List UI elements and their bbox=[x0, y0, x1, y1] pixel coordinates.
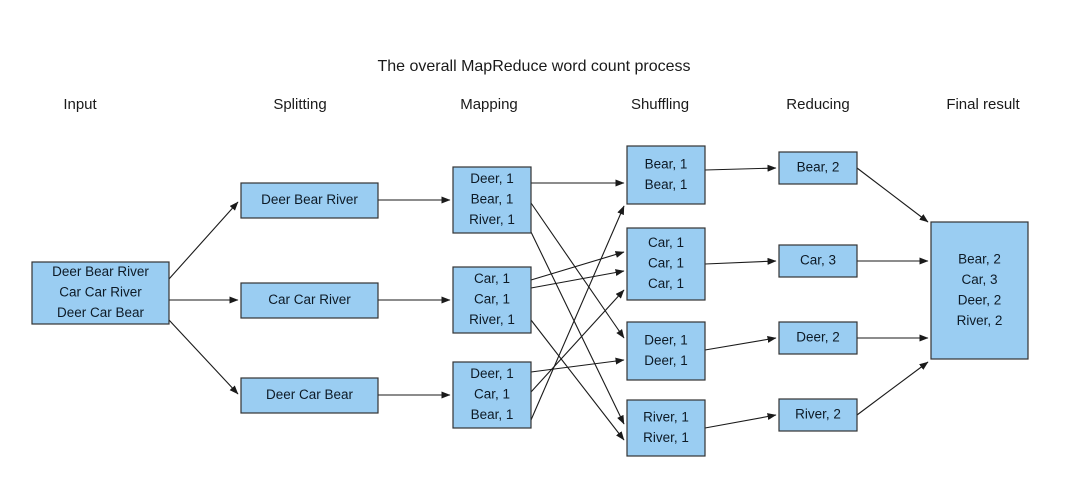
node-label: Deer Bear River bbox=[52, 264, 149, 279]
node-shuf-3[interactable]: Deer, 1 Deer, 1 bbox=[626, 321, 706, 381]
node-final-1[interactable]: Bear, 2 Car, 3 Deer, 2 River, 2 bbox=[930, 221, 1029, 360]
node-shuf-1[interactable]: Bear, 1 Bear, 1 bbox=[626, 145, 706, 205]
node-split-3[interactable]: Deer Car Bear bbox=[240, 377, 379, 414]
node-label: River, 1 bbox=[643, 409, 689, 424]
node-label: Deer, 2 bbox=[796, 330, 840, 345]
node-label: Car, 1 bbox=[474, 387, 510, 402]
stage-header-splitting: Splitting bbox=[273, 96, 326, 113]
node-label: Deer, 1 bbox=[644, 332, 688, 347]
stage-header-input: Input bbox=[63, 96, 97, 113]
node-label: Car, 3 bbox=[800, 253, 836, 268]
node-label: Car, 1 bbox=[648, 235, 684, 250]
node-box-final-1[interactable] bbox=[930, 221, 1029, 360]
stage-header-shuffling: Shuffling bbox=[631, 96, 689, 113]
node-label: Deer, 1 bbox=[644, 353, 688, 368]
stage-header-mapping: Mapping bbox=[460, 96, 518, 113]
node-label: River, 2 bbox=[795, 407, 841, 422]
node-label: Deer, 2 bbox=[958, 292, 1002, 307]
node-shuf-2[interactable]: Car, 1 Car, 1 Car, 1 bbox=[626, 227, 706, 301]
node-label: Bear, 1 bbox=[645, 177, 688, 192]
node-label: Deer, 1 bbox=[470, 366, 514, 381]
node-box-shuf-1[interactable] bbox=[626, 145, 706, 205]
node-label: Bear, 1 bbox=[471, 192, 514, 207]
node-map-1[interactable]: Deer, 1 Bear, 1 River, 1 bbox=[452, 166, 532, 234]
node-map-2[interactable]: Car, 1 Car, 1 River, 1 bbox=[452, 266, 532, 334]
node-input-1[interactable]: Deer Bear River Car Car River Deer Car Bea… bbox=[31, 261, 170, 325]
node-label: Deer Car Bear bbox=[57, 305, 145, 320]
node-label: Bear, 1 bbox=[471, 407, 514, 422]
mapreduce-flow-diagram: The overall MapReduce word count process… bbox=[0, 0, 1077, 500]
node-label: Deer, 1 bbox=[470, 171, 514, 186]
node-map-3[interactable]: Deer, 1 Car, 1 Bear, 1 bbox=[452, 361, 532, 429]
node-red-1[interactable]: Bear, 2 bbox=[778, 151, 858, 185]
node-label: River, 1 bbox=[469, 212, 515, 227]
node-label: Deer Bear River bbox=[261, 192, 358, 207]
node-label: Car, 3 bbox=[961, 272, 997, 287]
stage-header-reducing: Reducing bbox=[786, 96, 849, 113]
node-label: Car Car River bbox=[268, 292, 351, 307]
node-label: Car, 1 bbox=[648, 256, 684, 271]
diagram-title: The overall MapReduce word count process bbox=[377, 58, 690, 75]
node-split-2[interactable]: Car Car River bbox=[240, 282, 379, 319]
node-label: Bear, 1 bbox=[645, 156, 688, 171]
node-label: Car, 1 bbox=[474, 271, 510, 286]
node-red-3[interactable]: Deer, 2 bbox=[778, 321, 858, 355]
node-label: Car, 1 bbox=[474, 292, 510, 307]
node-label: Car, 1 bbox=[648, 276, 684, 291]
stage-header-final-result: Final result bbox=[946, 96, 1020, 113]
node-red-2[interactable]: Car, 3 bbox=[778, 244, 858, 278]
node-label: River, 2 bbox=[957, 313, 1003, 328]
node-red-4[interactable]: River, 2 bbox=[778, 398, 858, 432]
node-label: River, 1 bbox=[469, 312, 515, 327]
node-box-shuf-3[interactable] bbox=[626, 321, 706, 381]
node-label: Bear, 2 bbox=[797, 160, 840, 175]
node-label: Bear, 2 bbox=[958, 251, 1001, 266]
node-shuf-4[interactable]: River, 1 River, 1 bbox=[626, 399, 706, 457]
node-label: River, 1 bbox=[643, 430, 689, 445]
node-label: Deer Car Bear bbox=[266, 387, 354, 402]
diagram-background bbox=[0, 0, 1077, 500]
node-label: Car Car River bbox=[59, 285, 142, 300]
node-split-1[interactable]: Deer Bear River bbox=[240, 182, 379, 219]
